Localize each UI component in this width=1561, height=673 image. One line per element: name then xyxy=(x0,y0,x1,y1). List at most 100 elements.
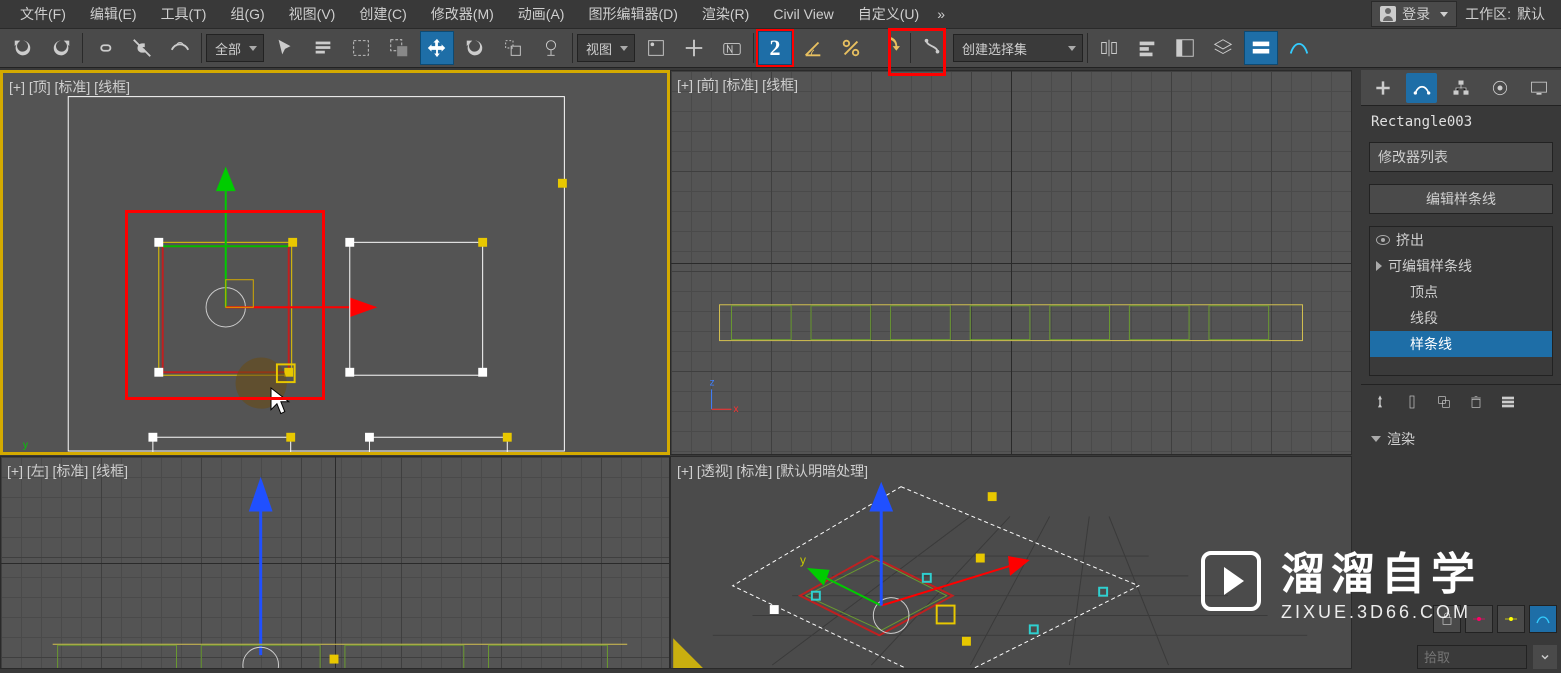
menu-civilview[interactable]: Civil View xyxy=(761,2,845,26)
percent-snap-button[interactable] xyxy=(834,31,868,65)
mirror-button[interactable] xyxy=(1092,31,1126,65)
status-input-row xyxy=(1417,645,1557,669)
stack-label-editable-spline: 可编辑样条线 xyxy=(1388,256,1472,276)
toggle-ribbon-button[interactable] xyxy=(1244,31,1278,65)
watermark-title: 溜溜自学 xyxy=(1281,538,1481,602)
select-and-scale-button[interactable] xyxy=(496,31,530,65)
stack-row-segment[interactable]: 线段 xyxy=(1370,305,1552,331)
workspace-value: 默认 xyxy=(1517,4,1545,24)
menu-file[interactable]: 文件(F) xyxy=(8,0,78,28)
edit-spline-button[interactable]: 编辑样条线 xyxy=(1369,184,1553,214)
stack-row-spline[interactable]: 样条线 xyxy=(1370,331,1552,357)
snap-toggle-button[interactable]: 2 xyxy=(758,31,792,65)
workspace-label: 工作区: xyxy=(1465,4,1511,24)
stack-label-spline: 样条线 xyxy=(1410,334,1452,354)
menu-customize[interactable]: 自定义(U) xyxy=(846,0,931,28)
menu-group[interactable]: 组(G) xyxy=(218,0,276,28)
reference-coord-dropdown[interactable]: 视图 xyxy=(577,34,635,62)
viewport-front-label: [+] [前] [标准] [线框] xyxy=(677,75,798,95)
login-label: 登录 xyxy=(1402,4,1430,24)
menu-rendering[interactable]: 渲染(R) xyxy=(690,0,761,28)
object-name-field[interactable]: Rectangle003 xyxy=(1361,106,1561,138)
rollout-render[interactable]: 渲染 xyxy=(1361,423,1561,455)
watermark-overlay: 溜溜自学 ZIXUE.3D66.COM xyxy=(1201,538,1481,623)
toggle-layer-explorer-button[interactable] xyxy=(1206,31,1240,65)
stack-row-extrude[interactable]: 挤出 xyxy=(1370,227,1552,253)
menu-edit[interactable]: 编辑(E) xyxy=(78,0,149,28)
pin-stack-button[interactable] xyxy=(1371,393,1389,411)
menu-overflow[interactable]: » xyxy=(931,2,951,26)
viewport-top[interactable]: [+] [顶] [标准] [线框] xyxy=(0,70,670,455)
select-and-place-button[interactable] xyxy=(534,31,568,65)
show-end-result-button[interactable] xyxy=(1403,393,1421,411)
hierarchy-tab[interactable] xyxy=(1445,73,1476,103)
watermark-url: ZIXUE.3D66.COM xyxy=(1281,602,1481,623)
bind-spacewarp-button[interactable] xyxy=(163,31,197,65)
undo-button[interactable] xyxy=(6,31,40,65)
keyboard-shortcut-override-button[interactable] xyxy=(715,31,749,65)
selection-filter-dropdown[interactable]: 全部 xyxy=(206,34,264,62)
transform-gizmo-y-button[interactable] xyxy=(1497,605,1525,633)
stack-label-extrude: 挤出 xyxy=(1396,230,1424,250)
angle-snap-button[interactable] xyxy=(796,31,830,65)
menu-modifiers[interactable]: 修改器(M) xyxy=(419,0,506,28)
viewport-front[interactable]: [+] [前] [标准] [线框] z x xyxy=(670,70,1352,455)
svg-text:y: y xyxy=(800,553,806,567)
stack-row-vertex[interactable]: 顶点 xyxy=(1370,279,1552,305)
modifier-list-dropdown[interactable]: 修改器列表 xyxy=(1369,142,1553,172)
modify-tab[interactable] xyxy=(1406,73,1437,103)
curve-editor-button[interactable] xyxy=(1282,31,1316,65)
status-dropdown-button[interactable] xyxy=(1533,645,1557,669)
unlink-button[interactable] xyxy=(125,31,159,65)
menu-create[interactable]: 创建(C) xyxy=(347,0,418,28)
redo-button[interactable] xyxy=(44,31,78,65)
motion-tab[interactable] xyxy=(1485,73,1516,103)
select-by-name-button[interactable] xyxy=(306,31,340,65)
svg-text:y: y xyxy=(23,440,28,451)
svg-text:x: x xyxy=(733,404,738,415)
menu-animation[interactable]: 动画(A) xyxy=(506,0,577,28)
chevron-down-icon xyxy=(1371,436,1381,442)
named-selection-dropdown[interactable]: 创建选择集 xyxy=(953,34,1083,62)
select-and-manipulate-button[interactable] xyxy=(677,31,711,65)
spinner-snap-button[interactable] xyxy=(872,31,906,65)
select-object-button[interactable] xyxy=(268,31,302,65)
make-unique-button[interactable] xyxy=(1435,393,1453,411)
menu-grapheditors[interactable]: 图形编辑器(D) xyxy=(576,0,689,28)
viewport-left-scene xyxy=(1,457,669,668)
use-pivot-center-button[interactable] xyxy=(639,31,673,65)
workspace-selector[interactable]: 工作区: 默认 xyxy=(1457,4,1553,24)
modifier-stack[interactable]: 挤出 可编辑样条线 顶点 线段 样条线 xyxy=(1369,226,1553,376)
configure-modifier-sets-button[interactable] xyxy=(1499,393,1517,411)
user-icon xyxy=(1380,6,1396,22)
stack-label-vertex: 顶点 xyxy=(1410,282,1438,302)
select-and-rotate-button[interactable] xyxy=(458,31,492,65)
login-button[interactable]: 登录 xyxy=(1371,1,1457,27)
svg-text:z: z xyxy=(710,377,715,388)
viewport-grid: [+] [顶] [标准] [线框] xyxy=(0,70,1360,670)
viewport-left-label: [+] [左] [标准] [线框] xyxy=(7,461,128,481)
command-panel-tabs xyxy=(1361,70,1561,106)
viewport-left[interactable]: [+] [左] [标准] [线框] xyxy=(0,456,670,669)
transform-gizmo-toggle-button[interactable] xyxy=(1529,605,1557,633)
menu-tools[interactable]: 工具(T) xyxy=(149,0,219,28)
viewport-persp-label: [+] [透视] [标准] [默认明暗处理] xyxy=(677,461,868,481)
viewport-top-label: [+] [顶] [标准] [线框] xyxy=(9,77,130,97)
select-and-move-button[interactable] xyxy=(420,31,454,65)
menu-bar: 文件(F) 编辑(E) 工具(T) 组(G) 视图(V) 创建(C) 修改器(M… xyxy=(0,0,1561,28)
menu-views[interactable]: 视图(V) xyxy=(277,0,348,28)
stack-row-editable-spline[interactable]: 可编辑样条线 xyxy=(1370,253,1552,279)
link-button[interactable] xyxy=(87,31,121,65)
toggle-scene-explorer-button[interactable] xyxy=(1168,31,1202,65)
rollout-render-label: 渲染 xyxy=(1387,429,1415,449)
viewport-top-scene: y x z xyxy=(3,73,667,452)
selection-region-button[interactable] xyxy=(344,31,378,65)
status-pick-input[interactable] xyxy=(1417,645,1527,669)
remove-modifier-button[interactable] xyxy=(1467,393,1485,411)
create-tab[interactable] xyxy=(1367,73,1398,103)
viewport-front-scene: z x xyxy=(671,71,1351,454)
display-tab[interactable] xyxy=(1524,73,1555,103)
window-crossing-button[interactable] xyxy=(382,31,416,65)
named-selection-edit-button[interactable] xyxy=(915,31,949,65)
align-button[interactable] xyxy=(1130,31,1164,65)
